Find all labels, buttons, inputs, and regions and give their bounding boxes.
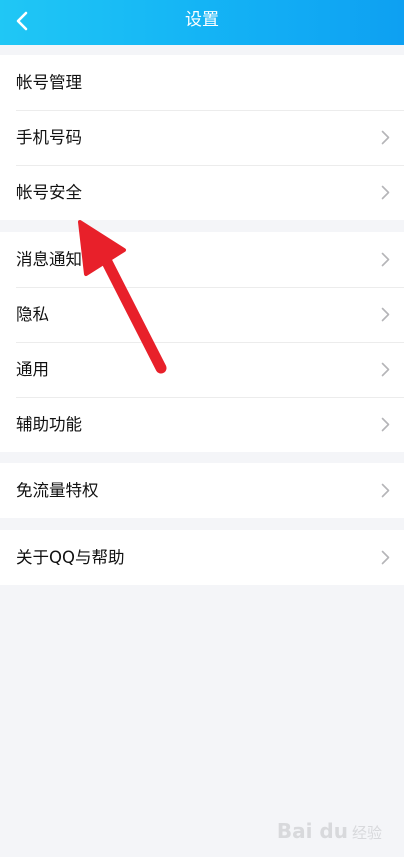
settings-item-label: 关于QQ与帮助 xyxy=(16,548,125,567)
settings-item-accessibility[interactable]: 辅助功能 xyxy=(0,397,404,452)
account-group: 帐号管理 手机号码 帐号安全 xyxy=(0,55,404,220)
data-plan-group: 免流量特权 xyxy=(0,463,404,518)
settings-item-label: 消息通知 xyxy=(16,250,82,269)
about-group: 关于QQ与帮助 xyxy=(0,530,404,585)
watermark-suffix: 经验 xyxy=(351,824,382,842)
settings-item-privacy[interactable]: 隐私 xyxy=(0,287,404,342)
settings-item-label: 辅助功能 xyxy=(16,415,82,434)
settings-item-label: 手机号码 xyxy=(16,128,82,147)
settings-item-label: 免流量特权 xyxy=(16,481,99,500)
chevron-right-icon xyxy=(381,483,390,498)
title-bar: 设置 xyxy=(0,0,404,45)
chevron-right-icon xyxy=(381,252,390,267)
chevron-right-icon xyxy=(381,417,390,432)
settings-item-about[interactable]: 关于QQ与帮助 xyxy=(0,530,404,585)
watermark: Bai du 经验 xyxy=(277,819,382,843)
settings-item-label: 通用 xyxy=(16,360,49,379)
chevron-right-icon xyxy=(381,130,390,145)
page-title: 设置 xyxy=(185,10,219,30)
chevron-right-icon xyxy=(381,362,390,377)
general-group: 消息通知 隐私 通用 辅助功能 xyxy=(0,232,404,452)
settings-item-label: 隐私 xyxy=(16,305,49,324)
settings-item-free-data[interactable]: 免流量特权 xyxy=(0,463,404,518)
settings-item-notifications[interactable]: 消息通知 xyxy=(0,232,404,287)
settings-item-label: 帐号安全 xyxy=(16,183,82,202)
settings-item-label: 帐号管理 xyxy=(16,73,82,92)
watermark-brand: Bai du xyxy=(276,819,348,843)
chevron-right-icon xyxy=(381,550,390,565)
settings-item-account-security[interactable]: 帐号安全 xyxy=(0,165,404,220)
settings-item-account-management[interactable]: 帐号管理 xyxy=(0,55,404,110)
settings-item-general[interactable]: 通用 xyxy=(0,342,404,397)
chevron-right-icon xyxy=(381,307,390,322)
chevron-right-icon xyxy=(381,185,390,200)
settings-item-phone-number[interactable]: 手机号码 xyxy=(0,110,404,165)
